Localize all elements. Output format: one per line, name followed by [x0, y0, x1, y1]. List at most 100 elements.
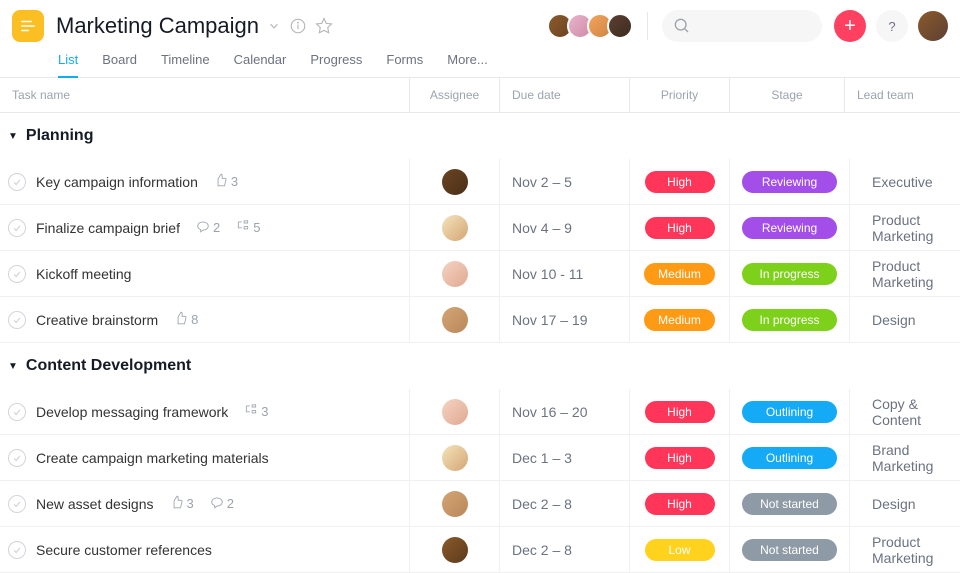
assignee-avatar[interactable] — [442, 307, 468, 333]
due-date[interactable]: Nov 10 - 11 — [512, 266, 583, 282]
stage-badge[interactable]: In progress — [742, 309, 837, 331]
subtasks-count[interactable]: 5 — [236, 219, 260, 236]
due-date[interactable]: Dec 2 – 8 — [512, 496, 572, 512]
lead-team[interactable]: Design — [872, 496, 916, 512]
avatar — [607, 13, 633, 39]
priority-badge[interactable]: High — [645, 171, 715, 193]
tab-progress[interactable]: Progress — [310, 46, 362, 77]
task-row[interactable]: Secure customer references Dec 2 – 8 Low No… — [0, 527, 960, 573]
assignee-avatar[interactable] — [442, 445, 468, 471]
priority-badge[interactable]: High — [645, 217, 715, 239]
search-input[interactable] — [662, 10, 822, 42]
priority-badge[interactable]: Medium — [644, 309, 715, 331]
task-name: Key campaign information — [36, 174, 198, 190]
task-row[interactable]: Kickoff meetingNov 10 - 11MediumIn progr… — [0, 251, 960, 297]
section-header[interactable]: ▼Content Development — [0, 343, 960, 389]
due-date[interactable]: Nov 16 – 20 — [512, 404, 588, 420]
tab-timeline[interactable]: Timeline — [161, 46, 210, 77]
project-icon[interactable] — [12, 10, 44, 42]
lead-team[interactable]: Product Marketing — [872, 258, 948, 290]
due-date[interactable]: Nov 17 – 19 — [512, 312, 588, 328]
complete-checkbox[interactable] — [8, 495, 26, 513]
subtasks-count[interactable]: 3 — [244, 403, 268, 420]
complete-checkbox[interactable] — [8, 173, 26, 191]
section-header[interactable]: ▼Planning — [0, 113, 960, 159]
stage-badge[interactable]: Reviewing — [742, 171, 837, 193]
col-header-assignee[interactable]: Assignee — [410, 78, 500, 112]
lead-team[interactable]: Design — [872, 312, 916, 328]
task-row[interactable]: Develop messaging framework3Nov 16 – 20H… — [0, 389, 960, 435]
help-button[interactable]: ? — [876, 10, 908, 42]
stage-badge[interactable]: Outlining — [742, 401, 837, 423]
assignee-avatar[interactable] — [442, 537, 468, 563]
task-row[interactable]: Key campaign information 3 Nov 2 – 5 High Re… — [0, 159, 960, 205]
stage-badge[interactable]: Not started — [742, 493, 837, 515]
complete-checkbox[interactable] — [8, 311, 26, 329]
task-row[interactable]: Finalize campaign brief 25 Nov 4 – 9 High Re… — [0, 205, 960, 251]
stage-badge[interactable]: Not started — [742, 539, 837, 561]
task-name: Creative brainstorm — [36, 312, 158, 328]
complete-checkbox[interactable] — [8, 541, 26, 559]
likes-count[interactable]: 3 — [170, 495, 194, 512]
info-icon[interactable] — [289, 17, 307, 35]
assignee-avatar[interactable] — [442, 399, 468, 425]
thumbs-up-icon — [170, 495, 184, 512]
col-header-team[interactable]: Lead team — [845, 78, 960, 112]
complete-checkbox[interactable] — [8, 403, 26, 421]
chevron-down-icon[interactable] — [267, 19, 281, 33]
likes-count[interactable]: 3 — [214, 173, 238, 190]
stage-badge[interactable]: Reviewing — [742, 217, 837, 239]
assignee-avatar[interactable] — [442, 491, 468, 517]
due-date[interactable]: Dec 1 – 3 — [512, 450, 572, 466]
complete-checkbox[interactable] — [8, 265, 26, 283]
comments-count[interactable]: 2 — [196, 219, 220, 236]
col-header-task[interactable]: Task name — [0, 78, 410, 112]
search-icon — [674, 18, 690, 34]
task-row[interactable]: Creative brainstorm 8 Nov 17 – 19 Medium In … — [0, 297, 960, 343]
complete-checkbox[interactable] — [8, 219, 26, 237]
stage-badge[interactable]: In progress — [742, 263, 837, 285]
user-avatar[interactable] — [918, 11, 948, 41]
assignee-avatar[interactable] — [442, 215, 468, 241]
priority-badge[interactable]: High — [645, 447, 715, 469]
complete-checkbox[interactable] — [8, 449, 26, 467]
task-name: Finalize campaign brief — [36, 220, 180, 236]
task-name: Create campaign marketing materials — [36, 450, 269, 466]
col-header-priority[interactable]: Priority — [630, 78, 730, 112]
add-button[interactable]: + — [834, 10, 866, 42]
col-header-stage[interactable]: Stage — [730, 78, 845, 112]
tab-board[interactable]: Board — [102, 46, 137, 77]
due-date[interactable]: Nov 2 – 5 — [512, 174, 572, 190]
comment-icon — [210, 495, 224, 512]
project-members[interactable] — [553, 13, 633, 39]
subtask-icon — [244, 403, 258, 420]
lead-team[interactable]: Product Marketing — [872, 534, 948, 566]
priority-badge[interactable]: Low — [645, 539, 715, 561]
task-name: Secure customer references — [36, 542, 212, 558]
comments-count[interactable]: 2 — [210, 495, 234, 512]
page-title: Marketing Campaign — [56, 13, 259, 39]
col-header-due[interactable]: Due date — [500, 78, 630, 112]
lead-team[interactable]: Copy & Content — [872, 396, 948, 428]
tab-calendar[interactable]: Calendar — [234, 46, 287, 77]
tab-list[interactable]: List — [58, 46, 78, 77]
task-row[interactable]: New asset designs32Dec 2 – 8HighNot star… — [0, 481, 960, 527]
priority-badge[interactable]: High — [645, 493, 715, 515]
comment-icon — [196, 219, 210, 236]
likes-count[interactable]: 8 — [174, 311, 198, 328]
tab-forms[interactable]: Forms — [386, 46, 423, 77]
task-row[interactable]: Create campaign marketing materials Dec 1… — [0, 435, 960, 481]
thumbs-up-icon — [214, 173, 228, 190]
lead-team[interactable]: Product Marketing — [872, 212, 948, 244]
assignee-avatar[interactable] — [442, 169, 468, 195]
due-date[interactable]: Nov 4 – 9 — [512, 220, 572, 236]
stage-badge[interactable]: Outlining — [742, 447, 837, 469]
priority-badge[interactable]: Medium — [644, 263, 715, 285]
lead-team[interactable]: Executive — [872, 174, 933, 190]
lead-team[interactable]: Brand Marketing — [872, 442, 948, 474]
due-date[interactable]: Dec 2 – 8 — [512, 542, 572, 558]
star-icon[interactable] — [315, 17, 333, 35]
priority-badge[interactable]: High — [645, 401, 715, 423]
tab-more[interactable]: More... — [447, 46, 487, 77]
assignee-avatar[interactable] — [442, 261, 468, 287]
